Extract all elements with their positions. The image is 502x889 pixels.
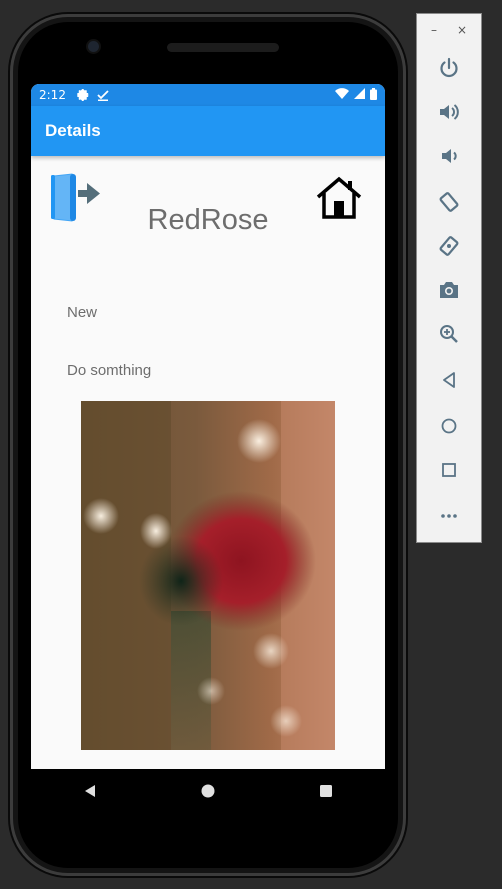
wifi-icon (335, 88, 349, 102)
app-bar: Details (31, 106, 385, 156)
status-bar: 2:12 (31, 84, 385, 106)
earpiece-speaker (167, 43, 279, 52)
front-camera (88, 41, 99, 52)
rotate-left-icon[interactable] (433, 186, 465, 218)
item-name: RedRose (147, 204, 269, 236)
nav-recents-icon[interactable] (314, 779, 338, 803)
nav-home-icon[interactable] (196, 779, 220, 803)
nav-back-icon[interactable] (78, 779, 102, 803)
minimize-button[interactable]: – (431, 23, 437, 40)
page-title: Details (45, 121, 101, 140)
home-circle-icon[interactable] (433, 410, 465, 442)
toolbar-window-controls: – × (417, 14, 481, 40)
overview-square-icon[interactable] (433, 454, 465, 486)
volume-down-icon[interactable] (433, 140, 465, 172)
device-screen: 2:12 Details RedRose New Do somthing (31, 84, 385, 769)
emulator-toolbar: – × (416, 13, 482, 543)
label-do-something: Do somthing (67, 362, 152, 379)
camera-screenshot-icon[interactable] (433, 274, 465, 306)
status-time: 2:12 (39, 88, 66, 102)
zoom-icon[interactable] (433, 318, 465, 350)
rose-photo (81, 401, 335, 750)
settings-gear-icon (76, 88, 90, 102)
status-right-icons (335, 87, 377, 103)
download-check-icon (96, 88, 110, 102)
back-icon[interactable] (433, 364, 465, 396)
rotate-right-icon[interactable] (433, 230, 465, 262)
details-content: RedRose New Do somthing (31, 156, 385, 769)
label-new: New (67, 304, 98, 321)
system-navigation-bar (31, 769, 385, 813)
power-icon[interactable] (433, 52, 465, 84)
signal-icon (354, 88, 365, 102)
battery-icon (370, 87, 377, 103)
more-icon[interactable] (433, 500, 465, 532)
close-button[interactable]: × (457, 23, 467, 40)
volume-up-icon[interactable] (433, 96, 465, 128)
